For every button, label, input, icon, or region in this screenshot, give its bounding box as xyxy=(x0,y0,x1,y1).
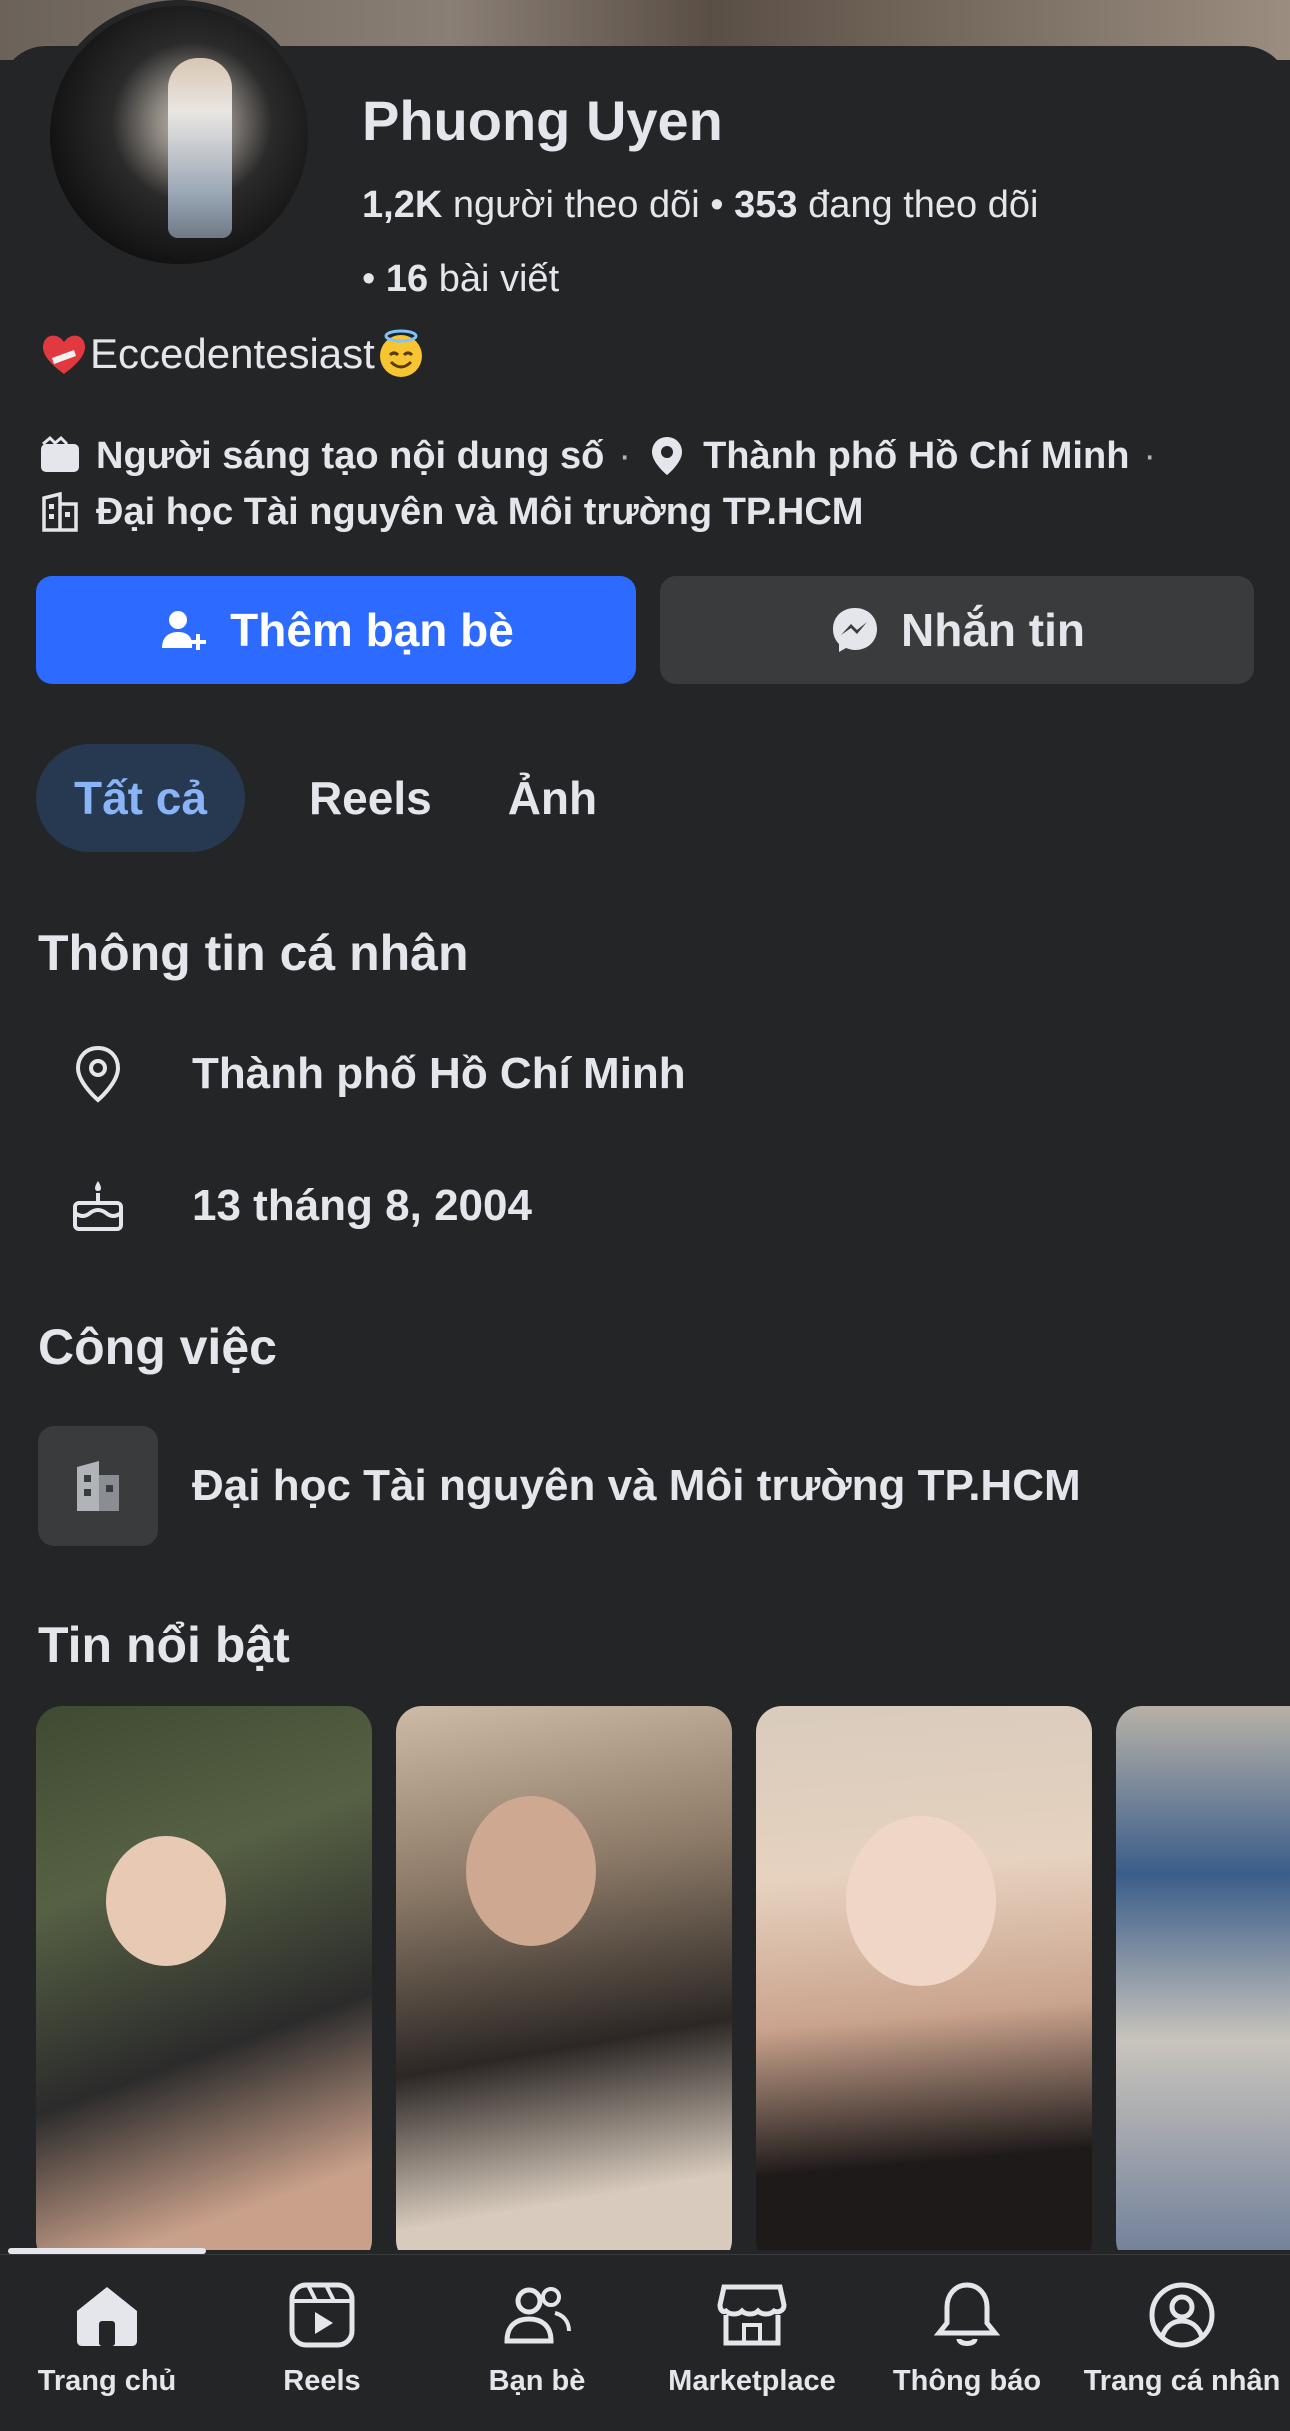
school-text[interactable]: Đại học Tài nguyên và Môi trường TP.HCM xyxy=(96,484,863,540)
highlight-story[interactable] xyxy=(36,1706,372,2250)
details-line-2: Đại học Tài nguyên và Môi trường TP.HCM xyxy=(38,484,1268,540)
avatar[interactable] xyxy=(44,0,314,270)
info-birthday-row: 13 tháng 8, 2004 xyxy=(38,1146,532,1266)
following-label[interactable]: đang theo dõi xyxy=(808,184,1038,226)
messenger-icon xyxy=(833,608,877,652)
nav-home[interactable]: Trang chủ xyxy=(7,2277,207,2398)
marketplace-icon xyxy=(717,2284,787,2346)
posts-count: 16 xyxy=(385,258,429,300)
birthday-cake-icon xyxy=(73,1181,123,1231)
bio: Eccedentesiast xyxy=(38,328,427,380)
add-friend-button[interactable]: Thêm bạn bè xyxy=(36,576,636,684)
story-face xyxy=(466,1796,596,1946)
profile-name: Phuong Uyen xyxy=(362,89,723,152)
separator-dot: · xyxy=(1143,435,1157,477)
tab-reels[interactable]: Reels xyxy=(271,744,470,852)
message-label: Nhắn tin xyxy=(901,604,1085,656)
work-text: Đại học Tài nguyên và Môi trường TP.HCM xyxy=(192,1461,1081,1510)
following-count[interactable]: 353 xyxy=(734,184,797,226)
highlight-story[interactable] xyxy=(1116,1706,1290,2250)
tab-photos[interactable]: Ảnh xyxy=(470,744,635,852)
city-text[interactable]: Thành phố Hồ Chí Minh xyxy=(703,428,1129,484)
work-icon-box xyxy=(38,1426,158,1546)
info-birthday-icon-box xyxy=(38,1146,158,1266)
building-icon xyxy=(42,491,78,532)
nav-label: Trang cá nhân xyxy=(1083,2365,1281,2397)
info-location-text: Thành phố Hồ Chí Minh xyxy=(192,1049,686,1098)
add-friend-icon xyxy=(162,611,207,650)
message-button[interactable]: Nhắn tin xyxy=(660,576,1254,684)
profile-stats: 1,2K người theo dõi • 353 đang theo dõi … xyxy=(362,168,1242,316)
nav-reels[interactable]: Reels xyxy=(222,2277,422,2398)
posts-label: bài viết xyxy=(438,258,560,300)
nav-label: Thông báo xyxy=(892,2365,1042,2397)
bio-text: Eccedentesiast xyxy=(90,330,375,377)
profile-tabs: Tất cả Reels Ảnh xyxy=(36,744,635,852)
personal-info-heading: Thông tin cá nhân xyxy=(38,925,469,981)
followers-count[interactable]: 1,2K xyxy=(362,184,442,226)
info-location-row[interactable]: Thành phố Hồ Chí Minh xyxy=(38,1014,686,1134)
separator-dot: • xyxy=(710,184,724,226)
halo-smile-icon xyxy=(379,329,422,377)
friends-icon xyxy=(504,2287,571,2344)
category-text: Người sáng tạo nội dung số xyxy=(96,435,605,477)
nav-friends[interactable]: Bạn bè xyxy=(437,2277,637,2398)
nav-marketplace[interactable]: Marketplace xyxy=(652,2277,852,2398)
info-location-icon-box xyxy=(38,1014,158,1134)
bell-icon xyxy=(933,2282,1001,2346)
highlights-strip[interactable] xyxy=(36,1706,1290,2250)
nav-label: Trang chủ xyxy=(37,2365,177,2397)
mending-heart-icon xyxy=(42,335,86,374)
home-icon xyxy=(77,2287,137,2346)
followers-label[interactable]: người theo dõi xyxy=(453,184,700,226)
separator-dot: • xyxy=(362,258,376,300)
reels-icon xyxy=(289,2282,355,2348)
profile-details: Người sáng tạo nội dung số · Thành phố H… xyxy=(38,428,1268,540)
add-friend-label: Thêm bạn bè xyxy=(230,604,514,656)
stats-line-1: 1,2K người theo dõi • 353 đang theo dõi xyxy=(362,168,1242,242)
profile-icon xyxy=(1149,2282,1215,2348)
work-heading: Công việc xyxy=(38,1319,277,1375)
stats-line-2: • 16 bài viết xyxy=(362,242,1242,316)
story-face xyxy=(846,1816,996,1986)
clapperboard-icon xyxy=(41,435,79,472)
details-line-1: Người sáng tạo nội dung số · Thành phố H… xyxy=(38,428,1268,484)
avatar-figure xyxy=(168,58,232,238)
separator-dot: · xyxy=(618,435,632,477)
nav-label: Bạn bè xyxy=(488,2365,586,2397)
nav-notifications[interactable]: Thông báo xyxy=(867,2277,1067,2398)
info-birthday-text: 13 tháng 8, 2004 xyxy=(192,1181,532,1230)
highlights-heading: Tin nổi bật xyxy=(38,1617,290,1673)
story-face xyxy=(106,1836,226,1966)
work-row[interactable]: Đại học Tài nguyên và Môi trường TP.HCM xyxy=(38,1426,1081,1546)
tab-all[interactable]: Tất cả xyxy=(36,744,245,852)
highlight-story[interactable] xyxy=(396,1706,732,2250)
highlight-story[interactable] xyxy=(756,1706,1092,2250)
nav-label: Marketplace xyxy=(668,2365,836,2397)
building-icon xyxy=(77,1461,119,1511)
bottom-nav: Trang chủ Reels Bạn bè Marketplace Thông… xyxy=(0,2254,1290,2431)
nav-label: Reels xyxy=(283,2365,361,2397)
nav-profile[interactable]: Trang cá nhân xyxy=(1082,2277,1282,2398)
location-pin-outline-icon xyxy=(75,1045,121,1103)
location-pin-icon xyxy=(652,437,683,475)
